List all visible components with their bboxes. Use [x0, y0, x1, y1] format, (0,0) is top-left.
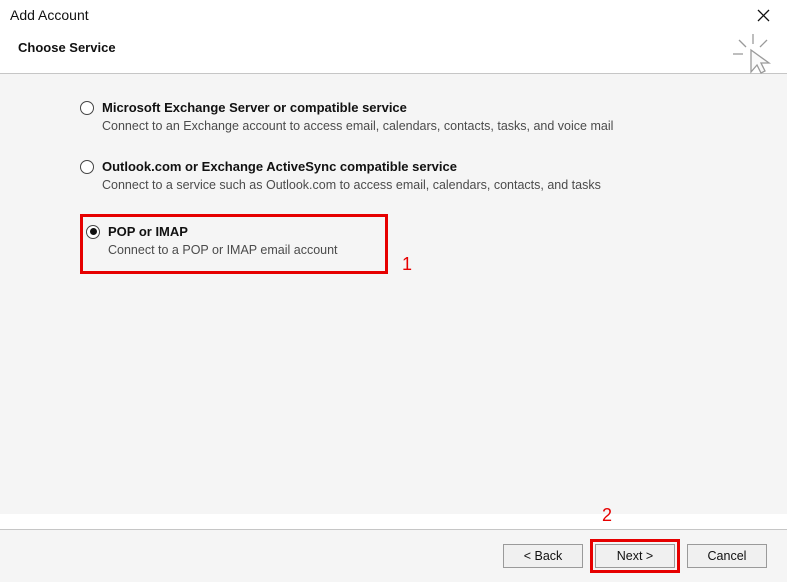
option-desc: Connect to a POP or IMAP email account — [108, 243, 365, 257]
radio-icon[interactable] — [86, 225, 100, 239]
annotation-number-2: 2 — [602, 505, 612, 526]
option-activesync[interactable]: Outlook.com or Exchange ActiveSync compa… — [80, 155, 767, 198]
cancel-button[interactable]: Cancel — [687, 544, 767, 568]
dialog-footer: < Back Next > Cancel — [0, 529, 787, 582]
option-exchange[interactable]: Microsoft Exchange Server or compatible … — [80, 96, 767, 139]
close-icon — [757, 9, 770, 22]
page-heading: Choose Service — [18, 40, 787, 55]
add-account-dialog: Add Account Choose Service Microsoft — [0, 0, 787, 582]
header-zone: Choose Service — [0, 30, 787, 73]
cursor-sparkle-icon — [731, 32, 775, 76]
option-title: POP or IMAP — [108, 224, 188, 239]
option-pop-imap[interactable]: POP or IMAP Connect to a POP or IMAP ema… — [86, 220, 371, 263]
next-button[interactable]: Next > — [595, 544, 675, 568]
annotation-highlight-box: POP or IMAP Connect to a POP or IMAP ema… — [80, 214, 388, 274]
annotation-number-1: 1 — [402, 254, 412, 275]
radio-icon[interactable] — [80, 101, 94, 115]
option-title: Microsoft Exchange Server or compatible … — [102, 100, 407, 115]
body-area: Microsoft Exchange Server or compatible … — [0, 74, 787, 514]
titlebar: Add Account — [0, 0, 787, 30]
option-desc: Connect to a service such as Outlook.com… — [102, 178, 761, 192]
back-button[interactable]: < Back — [503, 544, 583, 568]
option-desc: Connect to an Exchange account to access… — [102, 119, 761, 133]
window-title: Add Account — [10, 7, 89, 23]
option-title: Outlook.com or Exchange ActiveSync compa… — [102, 159, 457, 174]
close-button[interactable] — [749, 1, 777, 29]
radio-icon[interactable] — [80, 160, 94, 174]
